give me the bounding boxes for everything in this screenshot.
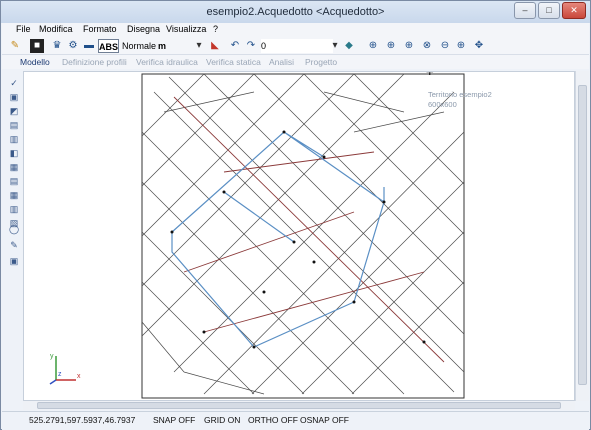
circle-icon[interactable]: ◯ (7, 223, 21, 235)
tab-progetto[interactable]: Progetto (305, 57, 337, 67)
cursor-coordinates: 525.2791,597.5937,46.7937 (29, 415, 136, 425)
zoom-extents-icon[interactable]: ⊕ (402, 39, 416, 53)
hydrant-icon[interactable]: ▦ (7, 161, 21, 173)
undo-icon[interactable]: ↶ (228, 39, 242, 53)
map-drawing: ✛ (141, 72, 465, 399)
chevron-down-icon[interactable]: ▾ (331, 39, 339, 53)
ucs-axes: y x z (49, 353, 81, 385)
select-icon[interactable]: ✓ (7, 77, 21, 89)
window-title: esempio2.Acquedotto <Acquedotto> (206, 6, 385, 18)
style-select[interactable]: Normale (122, 39, 156, 53)
tab-definizione-profili[interactable]: Definizione profili (62, 57, 127, 67)
drawing-canvas[interactable]: ✛ Territorio esempio2 600x600 y x z (23, 71, 575, 401)
osnap-toggle[interactable]: OSNAP OFF (300, 415, 349, 425)
vertical-scroll-thumb[interactable] (578, 85, 587, 385)
axis-label-y: y (50, 353, 54, 360)
zoom-window-icon[interactable]: ⊕ (366, 39, 380, 53)
tab-modello[interactable]: Modello (20, 57, 50, 67)
pump-icon[interactable]: ▥ (7, 133, 21, 145)
layer-box-icon[interactable]: ▣ (7, 255, 21, 267)
paint-icon[interactable]: ♛ (50, 39, 64, 53)
tank-icon[interactable]: ▤ (7, 119, 21, 131)
line-weight-icon[interactable]: ▬ (82, 39, 96, 53)
close-button[interactable]: ✕ (562, 2, 586, 19)
maximize-button[interactable]: □ (538, 2, 560, 19)
grid-toggle[interactable]: GRID ON (204, 415, 240, 425)
pipe-tool-icon[interactable]: ⚙ (66, 39, 80, 53)
territory-tooltip: Territorio esempio2 600x600 (428, 90, 492, 110)
menu-help[interactable]: ? (213, 24, 218, 34)
menu-disegna[interactable]: Disegna (127, 24, 160, 34)
tab-analisi[interactable]: Analisi (269, 57, 294, 67)
pan-icon[interactable]: ✥ (472, 39, 486, 53)
horizontal-scrollbar[interactable] (23, 401, 575, 410)
snap-toggle[interactable]: SNAP OFF (153, 415, 195, 425)
valve-icon[interactable]: ◧ (7, 147, 21, 159)
zoom-all-icon[interactable]: ⊕ (384, 39, 398, 53)
title-bar: esempio2.Acquedotto <Acquedotto> – □ ✕ (1, 1, 590, 23)
main-toolbar: ✎ ■ ♛ ⚙ ▬ ABS Normale m ▾ ◣ ↶ ↷ 0 ▾ ◆ ⊕ … (2, 37, 589, 55)
node-icon[interactable]: ▣ (7, 91, 21, 103)
tooltip-size: 600x600 (428, 100, 457, 109)
pipe-network-blue (171, 131, 385, 348)
zoom-out-icon[interactable]: ⊖ (438, 39, 452, 53)
left-toolbar: ✓ ▣ ◩ ▤ ▥ ◧ ▦ ▤ ▦ ▥ ▧ ◯ ✎ ▣ (3, 71, 23, 411)
tab-verifica-statica[interactable]: Verifica statica (206, 57, 261, 67)
tab-bar: Modello Definizione profili Verifica idr… (2, 55, 589, 69)
tab-verifica-idraulica[interactable]: Verifica idraulica (136, 57, 198, 67)
network-nodes (170, 130, 426, 349)
pen-icon[interactable]: ✎ (7, 239, 21, 251)
pipe-icon[interactable]: ◩ (7, 105, 21, 117)
horizontal-scroll-thumb[interactable] (37, 402, 561, 409)
menu-formato[interactable]: Formato (83, 24, 117, 34)
street-grid (141, 73, 465, 395)
menu-file[interactable]: File (16, 24, 31, 34)
grid-icon[interactable]: ▦ (7, 189, 21, 201)
menu-bar: File Modifica Formato Disegna Visualizza… (2, 23, 589, 37)
table-icon[interactable]: ▤ (7, 175, 21, 187)
abs-button[interactable]: ABS (98, 39, 119, 53)
z-axis-line (49, 379, 57, 385)
color-icon[interactable]: ■ (30, 39, 44, 53)
pointer-icon[interactable]: ✎ (8, 39, 22, 53)
unit-select[interactable]: m (158, 39, 196, 53)
vertical-scrollbar[interactable] (575, 71, 589, 401)
minimize-button[interactable]: – (514, 2, 536, 19)
zoom-in-icon[interactable]: ⊕ (454, 39, 468, 53)
status-bar: 525.2791,597.5937,46.7937 SNAP OFF GRID … (2, 411, 589, 430)
ortho-toggle[interactable]: ORTHO OFF (248, 415, 298, 425)
menu-modifica[interactable]: Modifica (39, 24, 73, 34)
axis-label-x: x (77, 373, 81, 380)
crosshair-icon: ✛ (426, 72, 434, 77)
tooltip-title: Territorio esempio2 (428, 90, 492, 99)
layer-icon[interactable]: ◣ (208, 39, 222, 53)
redo-icon[interactable]: ↷ (244, 39, 258, 53)
list-icon[interactable]: ▥ (7, 203, 21, 215)
app-window: esempio2.Acquedotto <Acquedotto> – □ ✕ F… (0, 0, 591, 430)
zoom-previous-icon[interactable]: ⊗ (420, 39, 434, 53)
layers-icon[interactable]: ◆ (342, 39, 356, 53)
layer-select[interactable]: 0 (261, 39, 333, 53)
axis-label-z: z (58, 371, 62, 378)
menu-visualizza[interactable]: Visualizza (166, 24, 206, 34)
chevron-down-icon[interactable]: ▾ (195, 39, 203, 53)
